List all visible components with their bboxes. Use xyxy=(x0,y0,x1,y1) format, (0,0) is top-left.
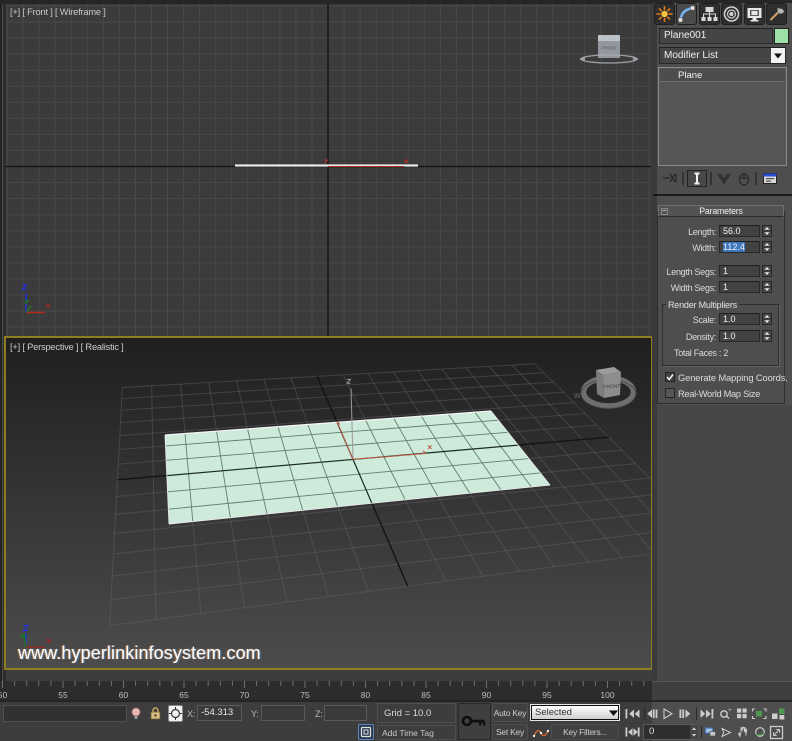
svg-text:50: 50 xyxy=(0,690,7,700)
svg-text:95: 95 xyxy=(542,690,552,700)
svg-text:55: 55 xyxy=(58,690,68,700)
svg-text:65: 65 xyxy=(179,690,189,700)
svg-text:85: 85 xyxy=(421,690,431,700)
svg-text:75: 75 xyxy=(300,690,310,700)
svg-text:W: W xyxy=(574,393,581,400)
svg-text:FRONT: FRONT xyxy=(603,383,621,390)
svg-text:90: 90 xyxy=(482,690,492,700)
svg-text:+: + xyxy=(728,707,732,714)
svg-text:FRONT: FRONT xyxy=(601,46,617,51)
svg-text:100: 100 xyxy=(600,690,614,700)
svg-text:70: 70 xyxy=(240,690,250,700)
svg-text:80: 80 xyxy=(361,690,371,700)
svg-text:60: 60 xyxy=(119,690,129,700)
